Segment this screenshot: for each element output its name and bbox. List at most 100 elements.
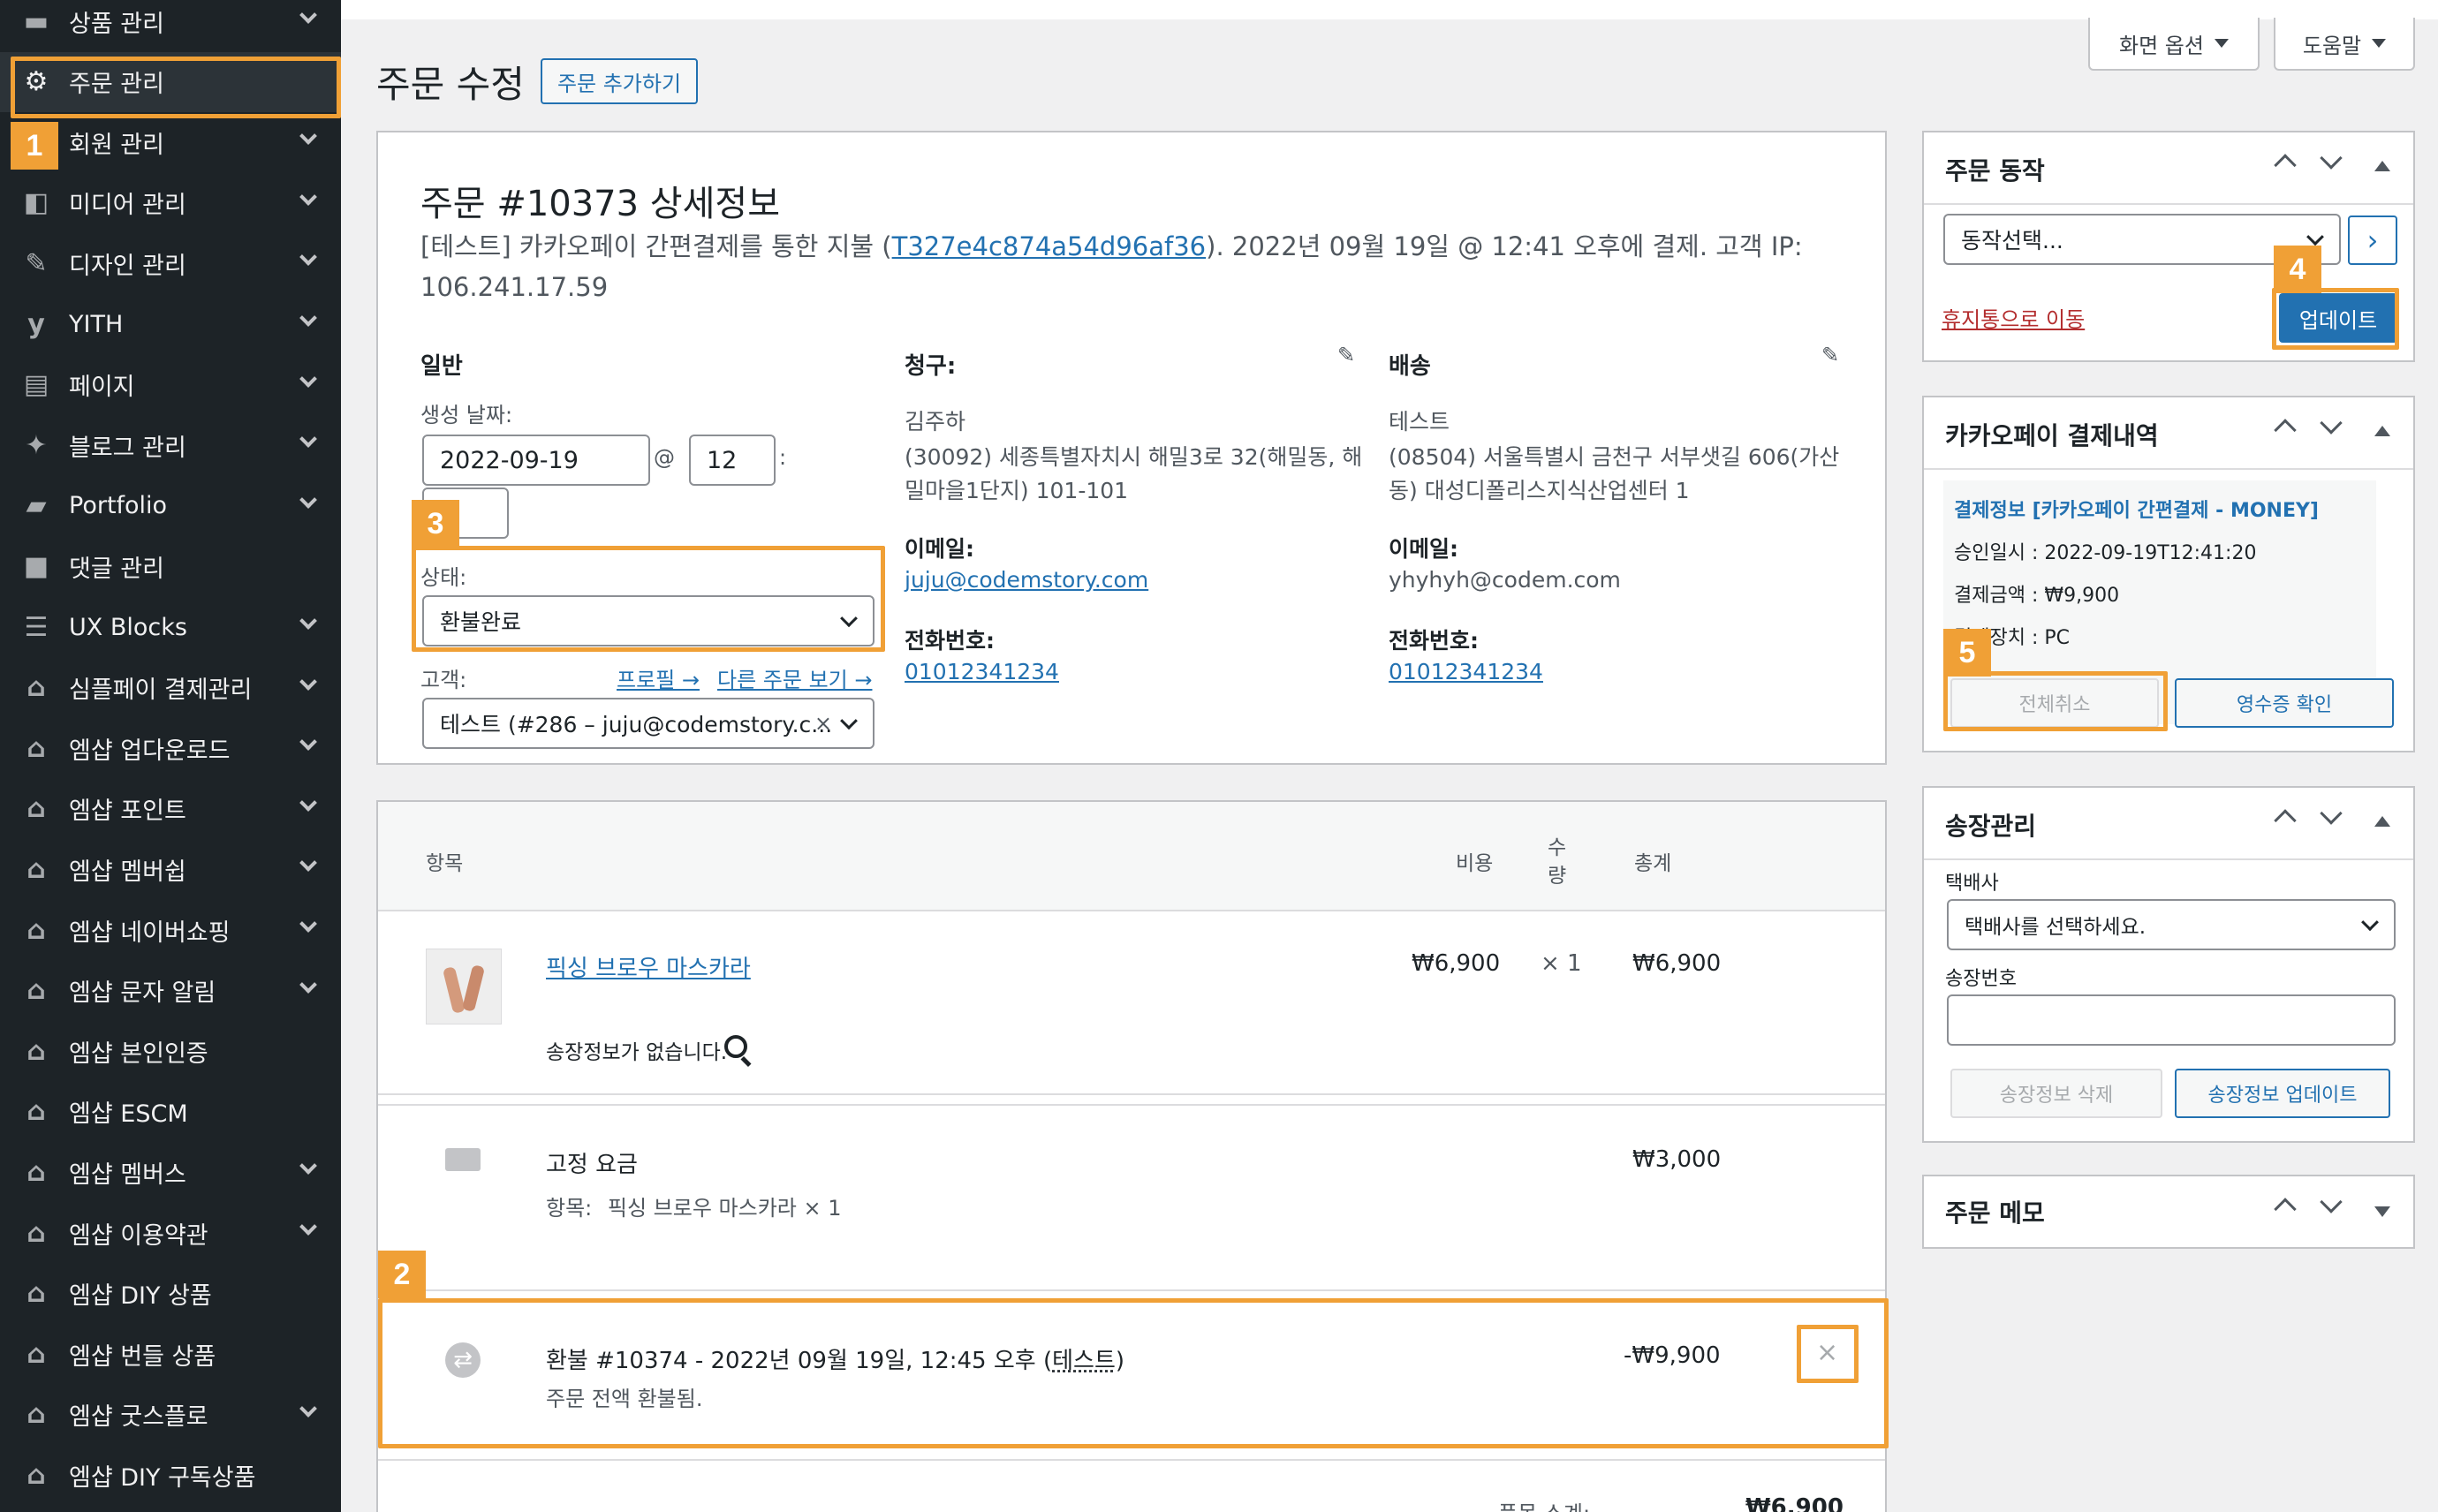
sidebar-item[interactable]: ▰ Portfolio — [0, 476, 341, 536]
billing-phone-label: 전화번호: — [905, 628, 995, 654]
sidebar-item[interactable]: ☰ UX Blocks — [0, 597, 341, 657]
update-tracking-button[interactable]: 송장정보 업데이트 — [2175, 1069, 2390, 1118]
annotation-badge-4: 4 — [2274, 246, 2321, 293]
chevron-down-icon — [299, 1399, 317, 1418]
expand-icon[interactable] — [2374, 1206, 2390, 1217]
billing-email-link[interactable]: juju@codemstory.com — [905, 567, 1148, 593]
sidebar-item[interactable]: ⌂ 엠샵 포인트 — [0, 779, 341, 839]
tracking-number-input[interactable] — [1947, 994, 2396, 1046]
chevron-down-icon — [2306, 228, 2324, 246]
annotation-box-delete-refund — [1797, 1325, 1859, 1383]
sidebar-item[interactable]: ⌂ 심플페이 결제관리 — [0, 658, 341, 718]
sidebar-item[interactable]: ▬ 상품 관리 — [0, 0, 341, 51]
chevron-down-icon — [299, 1218, 317, 1236]
help-label: 도움말 — [2302, 33, 2362, 58]
customer-profile-link[interactable]: 프로필 → — [617, 662, 700, 693]
chevron-down-icon — [299, 915, 317, 933]
order-hour-input[interactable]: 12 — [689, 435, 776, 486]
screen-options-label: 화면 옵션 — [2119, 33, 2204, 58]
sidebar-item[interactable]: ⌂ 엠샵 굿스플로 — [0, 1385, 341, 1445]
annotation-badge-1: 1 — [11, 122, 58, 170]
move-up-icon[interactable] — [2274, 419, 2297, 442]
col-cost-header: 비용 — [1456, 852, 1494, 875]
move-down-icon[interactable] — [2320, 147, 2343, 170]
sidebar-item[interactable]: ⌂ 엠샵 문자 알림 — [0, 961, 341, 1021]
move-up-icon[interactable] — [2274, 154, 2297, 177]
help-tab[interactable]: 도움말 — [2274, 18, 2415, 71]
row-divider — [378, 1093, 1885, 1095]
delete-tracking-button[interactable]: 송장정보 삭제 — [1950, 1069, 2162, 1118]
move-up-icon[interactable] — [2274, 809, 2297, 832]
shop-icon: ⌂ — [26, 1338, 46, 1370]
shipping-phone-link[interactable]: 01012341234 — [1389, 659, 1543, 684]
collapse-icon[interactable] — [2374, 161, 2390, 171]
sidebar-item[interactable]: ✎ 디자인 관리 — [0, 233, 341, 293]
edit-billing-icon[interactable]: ✎ — [1337, 343, 1355, 367]
sidebar-item[interactable]: ✦ 블로그 관리 — [0, 415, 341, 475]
sidebar-item[interactable]: ⌂ 엠샵 번들 상품 — [0, 1324, 341, 1384]
sidebar-item[interactable]: ⌂ 엠샵 멤버스 — [0, 1142, 341, 1202]
brush-icon: ✎ — [25, 247, 48, 279]
carrier-label: 택배사 — [1945, 873, 1999, 895]
sidebar-item-label: 페이지 — [69, 374, 135, 402]
add-order-button[interactable]: 주문 추가하기 — [541, 58, 698, 104]
collapse-icon[interactable] — [2374, 426, 2390, 436]
shipping-address-line1: (08504) 서울특별시 금천구 서부샛길 606(가산 — [1389, 444, 1840, 470]
billing-email-label: 이메일: — [905, 536, 974, 562]
move-down-icon[interactable] — [2320, 1191, 2343, 1213]
screen-options-tab[interactable]: 화면 옵션 — [2088, 18, 2260, 71]
move-to-trash-link[interactable]: 휴지통으로 이동 — [1942, 302, 2085, 333]
tracking-panel: 송장관리 택배사 택배사를 선택하세요. 송장번호 송장정보 삭제 송장정보 업… — [1922, 786, 2415, 1143]
sidebar-item-label: 상품 관리 — [69, 10, 164, 38]
product-name-link[interactable]: 픽싱 브로우 마스카라 — [546, 950, 751, 983]
sidebar-item-label: 엠샵 ESCM — [69, 1100, 188, 1129]
sidebar-item[interactable]: ⌂ 엠샵 본인인증 — [0, 1021, 341, 1081]
customer-select[interactable]: 테스트 (#286 – juju@codemstory.c... × — [422, 698, 874, 749]
shop-icon: ⌂ — [26, 1035, 46, 1067]
pin-icon: ✦ — [25, 429, 48, 461]
edit-shipping-icon[interactable]: ✎ — [1821, 343, 1839, 367]
move-down-icon[interactable] — [2320, 412, 2343, 435]
receipt-button[interactable]: 영수증 확인 — [2175, 678, 2394, 728]
sidebar-item[interactable]: ⌂ 엠샵 멤버쉽 — [0, 839, 341, 899]
chevron-down-icon — [2361, 913, 2379, 932]
sidebar-item[interactable]: ⌂ 엠샵 업다운로드 — [0, 718, 341, 778]
collapse-icon[interactable] — [2374, 816, 2390, 827]
sidebar-item[interactable]: ⌂ 엠샵 ESCM — [0, 1082, 341, 1142]
chevron-down-icon — [299, 793, 317, 812]
move-down-icon[interactable] — [2320, 802, 2343, 825]
sidebar-item[interactable]: ⌂ 엠샵 DIY 상품 — [0, 1264, 341, 1324]
sidebar-item-label: 엠샵 문자 알림 — [69, 979, 216, 1008]
sidebar-item[interactable]: ⌂ 엠샵 DIY 구독상품 — [0, 1445, 341, 1505]
magnifier-icon[interactable] — [724, 1035, 747, 1058]
sidebar-item[interactable]: ⌂ 엠샵 네이버쇼핑 — [0, 900, 341, 960]
col-qty-header-1: 수 — [1548, 836, 1567, 859]
top-strip — [341, 0, 2438, 19]
annotation-box-1 — [11, 57, 341, 118]
product-thumbnail — [426, 949, 502, 1024]
clear-customer-icon[interactable]: × — [814, 711, 832, 736]
kakaopay-amount: 결제금액 : ₩9,900 — [1954, 585, 2120, 607]
sidebar-item[interactable]: y YITH — [0, 294, 341, 354]
transaction-id-link[interactable]: T327e4c874a54d96af36 — [892, 231, 1207, 261]
order-date-input[interactable]: 2022-09-19 — [422, 435, 650, 486]
billing-phone-link[interactable]: 01012341234 — [905, 659, 1059, 684]
sidebar-item[interactable]: ▤ 페이지 — [0, 355, 341, 415]
kakaopay-title: 카카오페이 결제내역 — [1945, 421, 2159, 450]
customer-other-orders-link[interactable]: 다른 주문 보기 → — [717, 662, 872, 693]
shop-icon: ⌂ — [26, 732, 46, 764]
shipping-title: 배송 — [1389, 353, 1431, 380]
row-divider — [378, 1104, 1885, 1106]
sidebar-item[interactable]: ◧ 미디어 관리 — [0, 173, 341, 233]
carrier-select[interactable]: 택배사를 선택하세요. — [1947, 899, 2396, 950]
move-up-icon[interactable] — [2274, 1198, 2297, 1221]
sidebar-item-label: 댓글 관리 — [69, 555, 164, 583]
tracking-number-label: 송장번호 — [1945, 968, 2017, 990]
sidebar-item[interactable]: ⌂ 엠샵 이용약관 — [0, 1203, 341, 1263]
annotation-box-5 — [1943, 671, 2168, 731]
row-divider — [378, 1289, 1885, 1291]
apply-action-button[interactable]: › — [2348, 215, 2397, 265]
sidebar-item[interactable]: ■ 댓글 관리 — [0, 536, 341, 596]
shipping-items-label: 항목: — [546, 1196, 593, 1221]
chevron-down-icon — [299, 1157, 317, 1176]
